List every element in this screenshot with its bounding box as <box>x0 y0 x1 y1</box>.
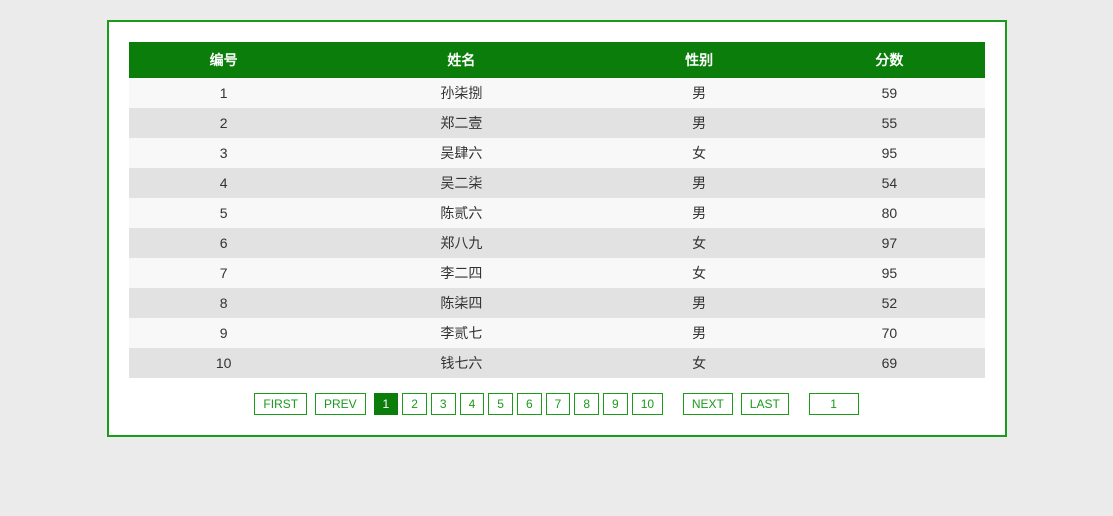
cell-name: 陈柒四 <box>319 288 604 318</box>
cell-name: 李贰七 <box>319 318 604 348</box>
cell-name: 郑八九 <box>319 228 604 258</box>
page-button-6[interactable]: 6 <box>517 393 542 415</box>
cell-score: 59 <box>794 78 984 108</box>
page-button-1[interactable]: 1 <box>374 393 399 415</box>
main-container: 编号 姓名 性别 分数 1孙柒捌男592郑二壹男553吴肆六女954吴二柒男54… <box>107 20 1007 437</box>
cell-gender: 男 <box>604 78 794 108</box>
table-header-row: 编号 姓名 性别 分数 <box>129 42 985 78</box>
cell-score: 95 <box>794 138 984 168</box>
data-table: 编号 姓名 性别 分数 1孙柒捌男592郑二壹男553吴肆六女954吴二柒男54… <box>129 42 985 378</box>
pagination: FIRST PREV 12345678910 NEXT LAST <box>129 393 985 415</box>
table-row: 6郑八九女97 <box>129 228 985 258</box>
cell-id: 1 <box>129 78 319 108</box>
header-gender: 性别 <box>604 42 794 78</box>
page-button-3[interactable]: 3 <box>431 393 456 415</box>
last-button[interactable]: LAST <box>741 393 789 415</box>
table-row: 2郑二壹男55 <box>129 108 985 138</box>
first-button[interactable]: FIRST <box>254 393 307 415</box>
header-name: 姓名 <box>319 42 604 78</box>
table-row: 9李贰七男70 <box>129 318 985 348</box>
cell-gender: 男 <box>604 108 794 138</box>
cell-id: 6 <box>129 228 319 258</box>
table-row: 5陈贰六男80 <box>129 198 985 228</box>
cell-name: 郑二壹 <box>319 108 604 138</box>
cell-name: 孙柒捌 <box>319 78 604 108</box>
cell-name: 吴二柒 <box>319 168 604 198</box>
next-button[interactable]: NEXT <box>683 393 733 415</box>
cell-gender: 女 <box>604 258 794 288</box>
cell-name: 钱七六 <box>319 348 604 378</box>
cell-id: 7 <box>129 258 319 288</box>
cell-gender: 男 <box>604 318 794 348</box>
cell-name: 陈贰六 <box>319 198 604 228</box>
page-button-10[interactable]: 10 <box>632 393 663 415</box>
cell-gender: 女 <box>604 138 794 168</box>
table-row: 1孙柒捌男59 <box>129 78 985 108</box>
cell-score: 69 <box>794 348 984 378</box>
cell-id: 4 <box>129 168 319 198</box>
cell-score: 97 <box>794 228 984 258</box>
page-button-2[interactable]: 2 <box>402 393 427 415</box>
header-id: 编号 <box>129 42 319 78</box>
cell-gender: 女 <box>604 228 794 258</box>
table-row: 3吴肆六女95 <box>129 138 985 168</box>
cell-score: 70 <box>794 318 984 348</box>
cell-gender: 男 <box>604 198 794 228</box>
cell-gender: 女 <box>604 348 794 378</box>
cell-id: 3 <box>129 138 319 168</box>
cell-gender: 男 <box>604 288 794 318</box>
cell-id: 9 <box>129 318 319 348</box>
cell-score: 54 <box>794 168 984 198</box>
table-row: 4吴二柒男54 <box>129 168 985 198</box>
cell-id: 5 <box>129 198 319 228</box>
prev-button[interactable]: PREV <box>315 393 366 415</box>
cell-id: 10 <box>129 348 319 378</box>
cell-id: 2 <box>129 108 319 138</box>
cell-score: 80 <box>794 198 984 228</box>
page-button-9[interactable]: 9 <box>603 393 628 415</box>
page-button-5[interactable]: 5 <box>488 393 513 415</box>
cell-gender: 男 <box>604 168 794 198</box>
cell-score: 52 <box>794 288 984 318</box>
page-button-7[interactable]: 7 <box>546 393 571 415</box>
table-row: 7李二四女95 <box>129 258 985 288</box>
cell-name: 吴肆六 <box>319 138 604 168</box>
page-button-8[interactable]: 8 <box>574 393 599 415</box>
header-score: 分数 <box>794 42 984 78</box>
table-row: 10钱七六女69 <box>129 348 985 378</box>
cell-score: 95 <box>794 258 984 288</box>
cell-id: 8 <box>129 288 319 318</box>
cell-score: 55 <box>794 108 984 138</box>
page-button-4[interactable]: 4 <box>460 393 485 415</box>
cell-name: 李二四 <box>319 258 604 288</box>
table-row: 8陈柒四男52 <box>129 288 985 318</box>
page-input[interactable] <box>809 393 859 415</box>
